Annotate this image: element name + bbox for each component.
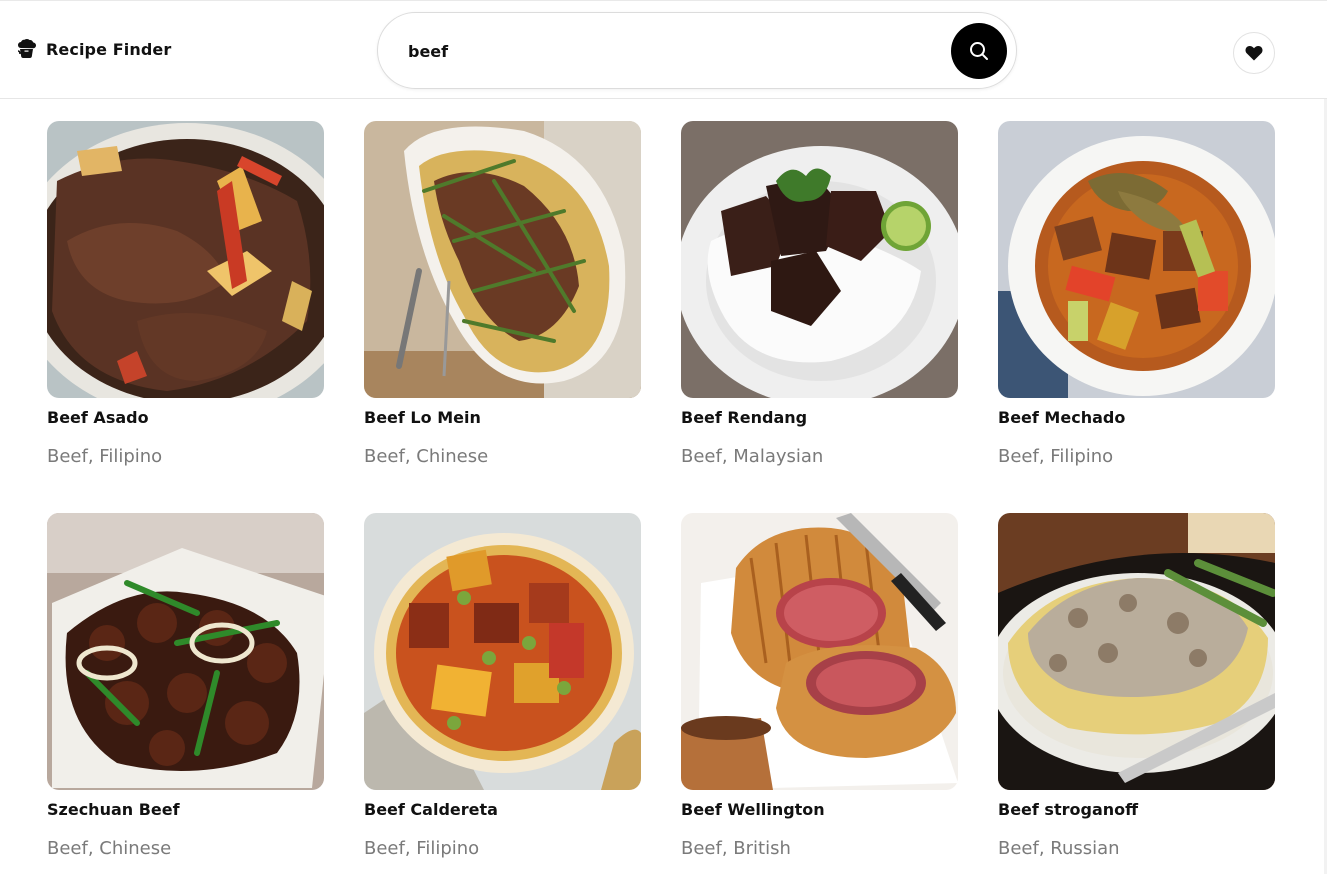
recipe-card[interactable]: Beef Caldereta Beef, Filipino <box>364 513 641 859</box>
recipe-grid: Beef Asado Beef, Filipino Beef Lo Mein B… <box>0 0 1327 874</box>
recipe-meta: Beef, Russian <box>998 838 1120 859</box>
recipe-card[interactable]: Szechuan Beef Beef, Chinese <box>47 513 324 859</box>
recipe-photo <box>681 121 958 398</box>
recipe-meta: Beef, Filipino <box>364 838 480 859</box>
recipe-photo <box>998 513 1275 790</box>
recipe-title[interactable]: Beef Rendang <box>681 408 807 427</box>
recipe-title[interactable]: Beef Asado <box>47 408 149 427</box>
recipe-photo <box>47 513 324 790</box>
recipe-meta: Beef, Malaysian <box>681 446 824 467</box>
recipe-card[interactable]: Beef Wellington Beef, British <box>681 513 958 859</box>
recipe-card[interactable]: Beef Lo Mein Beef, Chinese <box>364 121 641 467</box>
recipe-title[interactable]: Beef Lo Mein <box>364 408 481 427</box>
recipe-title[interactable]: Szechuan Beef <box>47 800 180 819</box>
recipe-card[interactable]: Beef stroganoff Beef, Russian <box>998 513 1275 859</box>
recipe-meta: Beef, Filipino <box>998 446 1114 467</box>
recipe-title[interactable]: Beef stroganoff <box>998 800 1138 819</box>
recipe-photo <box>998 121 1275 398</box>
recipe-photo <box>681 513 958 790</box>
recipe-meta: Beef, Chinese <box>47 838 172 859</box>
recipe-photo <box>364 513 641 790</box>
recipe-title[interactable]: Beef Mechado <box>998 408 1125 427</box>
recipe-card[interactable]: Beef Mechado Beef, Filipino <box>998 121 1275 467</box>
recipe-title[interactable]: Beef Caldereta <box>364 800 498 819</box>
recipe-meta: Beef, British <box>681 838 791 859</box>
recipe-photo <box>364 121 641 398</box>
recipe-card[interactable]: Beef Asado Beef, Filipino <box>47 121 324 467</box>
recipe-title[interactable]: Beef Wellington <box>681 800 825 819</box>
recipe-meta: Beef, Chinese <box>364 446 489 467</box>
recipe-meta: Beef, Filipino <box>47 446 163 467</box>
recipe-photo <box>47 121 324 398</box>
recipe-card[interactable]: Beef Rendang Beef, Malaysian <box>681 121 958 467</box>
